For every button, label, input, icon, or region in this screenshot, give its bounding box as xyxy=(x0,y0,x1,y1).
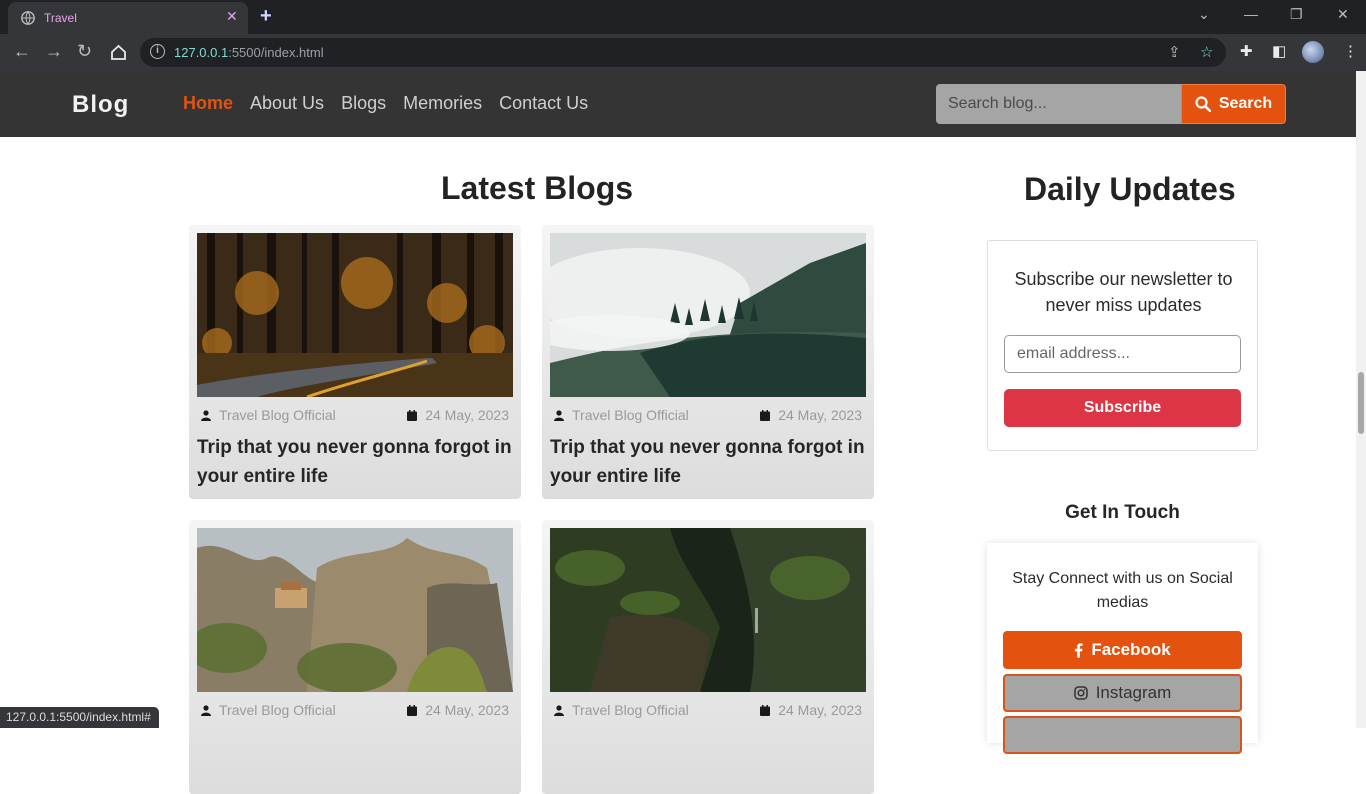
newsletter-box: Subscribe our newsletter to never miss u… xyxy=(987,240,1258,451)
youtube-button[interactable] xyxy=(1003,716,1242,754)
blog-date-text: 24 May, 2023 xyxy=(425,407,509,423)
blog-title[interactable]: Trip that you never gonna forgot in your… xyxy=(550,433,866,491)
nav-link-memories[interactable]: Memories xyxy=(403,93,482,114)
user-icon xyxy=(201,704,211,716)
user-icon xyxy=(554,704,564,716)
search-button[interactable]: Search xyxy=(1181,84,1286,124)
blog-card[interactable]: Travel Blog Official 24 May, 2023 xyxy=(189,520,521,794)
subscribe-button[interactable]: Subscribe xyxy=(1004,389,1241,427)
home-icon[interactable] xyxy=(110,44,127,61)
blog-date: 24 May, 2023 xyxy=(407,407,509,423)
social-text: Stay Connect with us on Social medias xyxy=(1012,570,1233,611)
browser-tab[interactable]: Travel ✕ xyxy=(8,2,248,34)
blog-date: 24 May, 2023 xyxy=(407,702,509,718)
back-icon[interactable]: ← xyxy=(13,41,31,62)
get-in-touch-title: Get In Touch xyxy=(1065,502,1180,523)
side-panel-icon[interactable]: ◧ xyxy=(1272,42,1286,60)
nav-links: Home About Us Blogs Memories Contact Us xyxy=(183,93,588,114)
blog-title[interactable]: Trip that you never gonna forgot in your… xyxy=(197,433,513,491)
status-bar-url: 127.0.0.1:5500/index.html# xyxy=(0,707,159,728)
restore-icon[interactable]: ❐ xyxy=(1290,6,1303,23)
share-icon[interactable]: ⇪ xyxy=(1168,43,1181,61)
browser-tabbar: Travel ✕ + ⌄ — ❐ ✕ xyxy=(0,0,1366,34)
url-text: 127.0.0.1:5500/index.html xyxy=(174,45,324,60)
tab-title: Travel xyxy=(44,11,77,25)
blog-image-misty-forest[interactable] xyxy=(550,233,866,397)
calendar-icon xyxy=(760,704,771,716)
instagram-icon xyxy=(1073,686,1088,700)
instagram-label: Instagram xyxy=(1095,683,1172,702)
blog-image-forest-road[interactable] xyxy=(197,233,513,397)
nav-link-contact[interactable]: Contact Us xyxy=(499,93,588,114)
brand-logo[interactable]: Blog xyxy=(72,91,129,119)
blog-author: Travel Blog Official xyxy=(554,407,689,423)
newsletter-text: Subscribe our newsletter to never miss u… xyxy=(1014,269,1233,315)
nav-link-home[interactable]: Home xyxy=(183,93,233,114)
user-icon xyxy=(201,409,211,421)
blog-date: 24 May, 2023 xyxy=(760,407,862,423)
forward-icon[interactable]: → xyxy=(45,41,63,62)
calendar-icon xyxy=(407,409,418,421)
blog-date-text: 24 May, 2023 xyxy=(425,702,509,718)
facebook-label: Facebook xyxy=(1091,640,1171,659)
blog-card[interactable]: Travel Blog Official 24 May, 2023 Trip t… xyxy=(542,225,874,499)
email-field[interactable] xyxy=(1004,335,1241,373)
blog-date: 24 May, 2023 xyxy=(760,702,862,718)
nav-link-about[interactable]: About Us xyxy=(250,93,324,114)
calendar-icon xyxy=(760,409,771,421)
blog-date-text: 24 May, 2023 xyxy=(778,702,862,718)
new-tab-icon[interactable]: + xyxy=(260,5,272,28)
profile-avatar[interactable] xyxy=(1302,41,1324,63)
tab-search-icon[interactable]: ⌄ xyxy=(1198,6,1210,23)
close-window-icon[interactable]: ✕ xyxy=(1337,6,1349,23)
search-button-label: Search xyxy=(1218,95,1273,112)
globe-icon xyxy=(21,11,35,25)
reload-icon[interactable]: ↻ xyxy=(77,41,92,62)
minimize-icon[interactable]: — xyxy=(1244,6,1258,22)
site-navbar: Blog Home About Us Blogs Memories Contac… xyxy=(0,71,1356,137)
bookmark-star-icon[interactable]: ☆ xyxy=(1200,43,1213,61)
calendar-icon xyxy=(407,704,418,716)
author-name: Travel Blog Official xyxy=(219,702,336,718)
author-name: Travel Blog Official xyxy=(219,407,336,423)
blog-card[interactable]: Travel Blog Official 24 May, 2023 xyxy=(542,520,874,794)
info-icon[interactable]: i xyxy=(150,44,165,59)
search-input[interactable] xyxy=(936,84,1182,124)
daily-updates-heading: Daily Updates xyxy=(1024,171,1236,207)
search-icon xyxy=(1195,96,1211,112)
facebook-button[interactable]: Facebook xyxy=(1003,631,1242,669)
nav-link-blogs[interactable]: Blogs xyxy=(341,93,386,114)
latest-blogs-heading: Latest Blogs xyxy=(441,170,634,206)
blog-date-text: 24 May, 2023 xyxy=(778,407,862,423)
browser-toolbar: ← → ↻ i 127.0.0.1:5500/index.html ⇪ ☆ ✚ … xyxy=(0,34,1366,71)
blog-image-dark-canyon[interactable] xyxy=(550,528,866,692)
blog-author: Travel Blog Official xyxy=(201,407,336,423)
scrollbar-thumb[interactable] xyxy=(1358,372,1364,434)
instagram-button[interactable]: Instagram xyxy=(1003,674,1242,712)
facebook-icon xyxy=(1075,642,1083,658)
blog-author: Travel Blog Official xyxy=(201,702,336,718)
address-bar[interactable]: i 127.0.0.1:5500/index.html ⇪ ☆ xyxy=(140,38,1226,67)
menu-icon[interactable]: ⋮ xyxy=(1343,42,1358,60)
user-icon xyxy=(554,409,564,421)
author-name: Travel Blog Official xyxy=(572,702,689,718)
close-tab-icon[interactable]: ✕ xyxy=(226,8,238,25)
author-name: Travel Blog Official xyxy=(572,407,689,423)
blog-author: Travel Blog Official xyxy=(554,702,689,718)
social-box: Stay Connect with us on Social medias Fa… xyxy=(987,543,1258,754)
extensions-icon[interactable]: ✚ xyxy=(1240,42,1253,60)
blog-image-cliff-monastery[interactable] xyxy=(197,528,513,692)
blog-card[interactable]: Travel Blog Official 24 May, 2023 Trip t… xyxy=(189,225,521,499)
